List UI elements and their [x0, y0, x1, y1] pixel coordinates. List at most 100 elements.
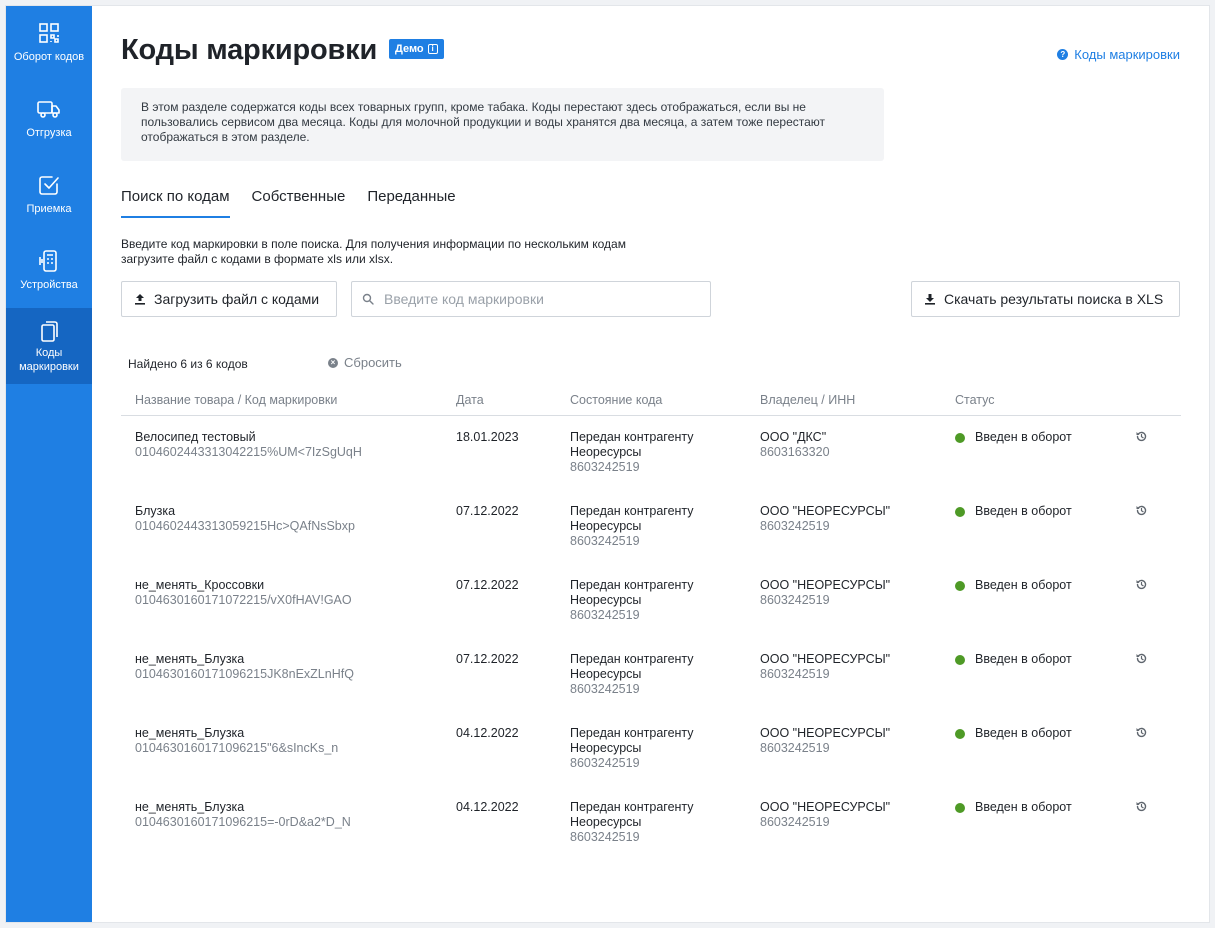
upload-icon [135, 294, 145, 305]
sidebar-item-label: Коды маркировки [19, 347, 79, 373]
status-cell: Введен в оборот [955, 726, 1072, 741]
product-name: Велосипед тестовый [135, 430, 256, 444]
owner-cell: ООО "ДКС" 8603163320 [760, 430, 940, 460]
history-button[interactable] [1135, 430, 1148, 447]
search-icon [362, 293, 374, 305]
sidebar-item-label: Оборот кодов [13, 51, 85, 63]
owner-inn: 8603242519 [760, 815, 830, 829]
sidebar-item-devices[interactable]: Устройства [6, 234, 92, 310]
tab-search-by-codes[interactable]: Поиск по кодам [121, 186, 230, 218]
state-inn: 8603242519 [570, 756, 640, 770]
history-button[interactable] [1135, 652, 1148, 669]
history-icon [1136, 431, 1147, 442]
state-cell: Передан контрагенту Неоресурсы 860324251… [570, 578, 750, 623]
table-row[interactable]: Блузка 0104602443313059215Hc>QAfNsSbxp 0… [121, 490, 1181, 564]
info-icon: i [427, 44, 438, 54]
product-name: не_менять_Блузка [135, 652, 245, 666]
table-row[interactable]: не_менять_Блузка 0104630160171096215JK8n… [121, 638, 1181, 712]
product-name: Блузка [135, 504, 176, 518]
status-dot-icon [955, 432, 965, 443]
tab-transferred[interactable]: Переданные [367, 186, 455, 218]
product-cell: не_менять_Блузка 0104630160171096215JK8n… [135, 652, 445, 682]
column-header-owner: Владелец / ИНН [760, 393, 856, 407]
owner-inn: 8603242519 [760, 519, 830, 533]
reset-button[interactable]: × Сбросить [328, 355, 402, 370]
sidebar: Оборот кодов Отгрузка Приемка Устройства… [6, 6, 92, 922]
product-cell: Блузка 0104602443313059215Hc>QAfNsSbxp [135, 504, 445, 534]
state-inn: 8603242519 [570, 608, 640, 622]
upload-file-button[interactable]: Загрузить файл с кодами [121, 281, 337, 317]
state-cell: Передан контрагенту Неоресурсы 860324251… [570, 652, 750, 697]
state-inn: 8603242519 [570, 534, 640, 548]
scanner-device-icon [39, 250, 57, 272]
state-cell: Передан контрагенту Неоресурсы 860324251… [570, 726, 750, 771]
state-counterparty: Неоресурсы [570, 815, 642, 829]
state-counterparty: Неоресурсы [570, 593, 642, 607]
product-name: не_менять_Кроссовки [135, 578, 265, 592]
column-header-date: Дата [456, 393, 484, 407]
sidebar-item-shipment[interactable]: Отгрузка [6, 82, 92, 158]
sidebar-item-codes-turnover[interactable]: Оборот кодов [6, 6, 92, 82]
table-row[interactable]: не_менять_Блузка 0104630160171096215"6&s… [121, 712, 1181, 786]
history-icon [1136, 727, 1147, 738]
search-input[interactable] [384, 291, 684, 307]
owner-name: ООО "НЕОРЕСУРСЫ" [760, 800, 891, 814]
page-title: Коды маркировки [121, 34, 378, 66]
state-text: Передан контрагенту [570, 800, 694, 814]
marking-code: 0104602443313042215%UM<7IzSgUqH [135, 445, 362, 459]
tabs: Поиск по кодам Собственные Переданные [121, 186, 456, 218]
help-link[interactable]: ? Коды маркировки [1057, 47, 1180, 62]
state-inn: 8603242519 [570, 682, 640, 696]
question-icon: ? [1057, 49, 1069, 60]
state-counterparty: Неоресурсы [570, 741, 642, 755]
table-row[interactable]: не_менять_Кроссовки 0104630160171072215/… [121, 564, 1181, 638]
search-hint: Введите код маркировки в поле поиска. Дл… [121, 237, 626, 266]
info-notice: В этом разделе содержатся коды всех това… [121, 88, 884, 161]
state-text: Передан контрагенту [570, 726, 694, 740]
sidebar-item-acceptance[interactable]: Приемка [6, 158, 92, 234]
owner-name: ООО "НЕОРЕСУРСЫ" [760, 652, 891, 666]
history-button[interactable] [1135, 800, 1148, 817]
history-button[interactable] [1135, 578, 1148, 595]
owner-cell: ООО "НЕОРЕСУРСЫ" 8603242519 [760, 578, 940, 608]
sidebar-item-label: Устройства [20, 279, 78, 291]
status-dot-icon [955, 580, 965, 591]
product-cell: не_менять_Кроссовки 0104630160171072215/… [135, 578, 445, 608]
status-dot-icon [955, 506, 965, 517]
table-row[interactable]: Велосипед тестовый 0104602443313042215%U… [121, 416, 1181, 490]
results-count: Найдено 6 из 6 кодов [128, 357, 248, 371]
owner-inn: 8603242519 [760, 667, 830, 681]
product-cell: Велосипед тестовый 0104602443313042215%U… [135, 430, 445, 460]
history-button[interactable] [1135, 726, 1148, 743]
owner-cell: ООО "НЕОРЕСУРСЫ" 8603242519 [760, 726, 940, 756]
status-text: Введен в оборот [975, 652, 1072, 666]
status-text: Введен в оборот [975, 504, 1072, 518]
state-counterparty: Неоресурсы [570, 667, 642, 681]
state-counterparty: Неоресурсы [570, 519, 642, 533]
marking-code: 0104630160171072215/vX0fHAV!GAO [135, 593, 352, 607]
marking-code: 0104630160171096215=-0rD&a2*D_N [135, 815, 351, 829]
app-window: Оборот кодов Отгрузка Приемка Устройства… [5, 5, 1210, 923]
owner-name: ООО "НЕОРЕСУРСЫ" [760, 726, 891, 740]
state-inn: 8603242519 [570, 460, 640, 474]
history-button[interactable] [1135, 504, 1148, 521]
sidebar-item-label: Отгрузка [26, 127, 72, 139]
state-counterparty: Неоресурсы [570, 445, 642, 459]
status-text: Введен в оборот [975, 578, 1072, 592]
owner-inn: 8603242519 [760, 593, 830, 607]
sidebar-item-marking-codes[interactable]: Коды маркировки [6, 308, 92, 384]
upload-file-label: Загрузить файл с кодами [154, 291, 320, 307]
search-field[interactable] [351, 281, 711, 317]
table-header: Название товара / Код маркировки Дата Со… [121, 386, 1181, 416]
table-row[interactable]: не_менять_Блузка 0104630160171096215=-0r… [121, 786, 1181, 860]
reset-label: Сбросить [344, 355, 402, 370]
state-cell: Передан контрагенту Неоресурсы 860324251… [570, 430, 750, 475]
download-xls-button[interactable]: Скачать результаты поиска в XLS [911, 281, 1180, 317]
history-icon [1136, 579, 1147, 590]
main-content: Коды маркировки Демо i ? Коды маркировки… [92, 6, 1209, 922]
date-cell: 07.12.2022 [456, 652, 519, 666]
tab-own[interactable]: Собственные [252, 186, 346, 218]
column-header-name: Название товара / Код маркировки [135, 393, 338, 407]
state-text: Передан контрагенту [570, 578, 694, 592]
demo-badge[interactable]: Демо i [389, 39, 444, 59]
